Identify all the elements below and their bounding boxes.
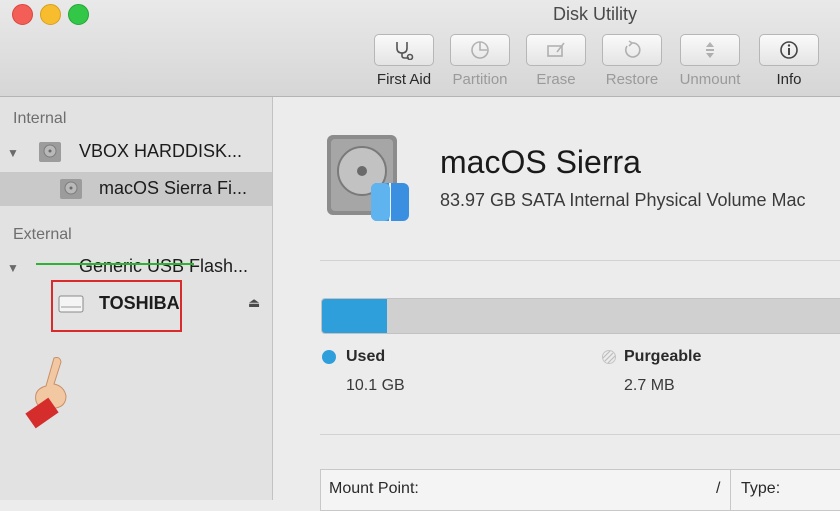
purgeable-legend-icon (602, 350, 616, 364)
eraser-icon (547, 42, 565, 57)
purgeable-label: Purgeable (624, 348, 702, 365)
mount-point-label: Mount Point: (329, 480, 419, 497)
section-divider (320, 434, 840, 435)
internal-volume-icon (60, 179, 82, 199)
used-value: 10.1 GB (346, 377, 405, 394)
used-label: Used (346, 348, 386, 365)
sidebar-item-generic-usb[interactable]: ▼ Generic USB Flash... (0, 250, 272, 284)
sidebar-item-macos-sierra[interactable]: macOS Sierra Fi... (0, 172, 272, 206)
restore-arrow-icon (624, 40, 641, 58)
highlight-box (51, 280, 182, 332)
window-title: Disk Utility (553, 4, 637, 24)
internal-disk-icon (39, 142, 61, 162)
info-table: Mount Point: / Type: (320, 469, 840, 511)
window-toolbar: Disk Utility First Aid Partition Erase R… (0, 0, 840, 97)
disclosure-triangle-icon[interactable]: ▼ (7, 261, 19, 275)
detail-panel: macOS Sierra 83.97 GB SATA Internal Phys… (273, 97, 840, 511)
volume-description: 83.97 GB SATA Internal Physical Volume M… (440, 190, 806, 210)
external-section-header: External (13, 226, 72, 243)
volume-name: macOS Sierra (440, 144, 641, 180)
type-label: Type: (741, 480, 781, 497)
used-legend-dot (322, 350, 336, 364)
erase-button[interactable]: Erase (525, 34, 587, 88)
table-column-divider (730, 470, 731, 510)
first-aid-label: First Aid (376, 71, 432, 88)
partition-button[interactable]: Partition (449, 34, 511, 88)
info-icon (780, 41, 798, 59)
stethoscope-icon (396, 42, 414, 60)
info-button[interactable]: Info (758, 34, 820, 88)
section-divider (320, 260, 840, 261)
sidebar-item-label: Generic USB Flash... (79, 256, 249, 276)
restore-label: Restore (605, 71, 659, 88)
mount-point-value: / (716, 480, 721, 497)
info-label: Info (776, 71, 802, 88)
eject-icon[interactable]: ⏏ (248, 295, 260, 311)
pointing-hand-icon (25, 357, 67, 429)
sidebar-item-label: VBOX HARDDISK... (79, 141, 243, 161)
strikethrough-line (36, 263, 194, 265)
internal-section-header: Internal (13, 110, 67, 127)
zoom-window-button[interactable] (68, 4, 89, 25)
unmount-label: Unmount (679, 71, 741, 88)
unmount-button[interactable]: Unmount (679, 34, 741, 88)
usage-bar (321, 298, 840, 334)
partition-label: Partition (452, 71, 508, 88)
usage-bar-used (322, 299, 387, 333)
close-window-button[interactable] (12, 4, 33, 25)
purgeable-value: 2.7 MB (624, 377, 675, 394)
pie-icon (471, 41, 489, 59)
hard-drive-finder-icon (327, 135, 409, 221)
unmount-icon (706, 42, 714, 58)
minimize-window-button[interactable] (40, 4, 61, 25)
erase-label: Erase (536, 71, 576, 88)
sidebar-item-vbox-harddisk[interactable]: ▼ VBOX HARDDISK... (0, 135, 272, 169)
sidebar: Internal ▼ VBOX HARDDISK... macOS Sierra… (0, 97, 273, 500)
first-aid-button[interactable]: First Aid (373, 34, 435, 88)
disclosure-triangle-icon[interactable]: ▼ (7, 146, 19, 160)
restore-button[interactable]: Restore (601, 34, 663, 88)
sidebar-item-label: macOS Sierra Fi... (99, 178, 248, 198)
